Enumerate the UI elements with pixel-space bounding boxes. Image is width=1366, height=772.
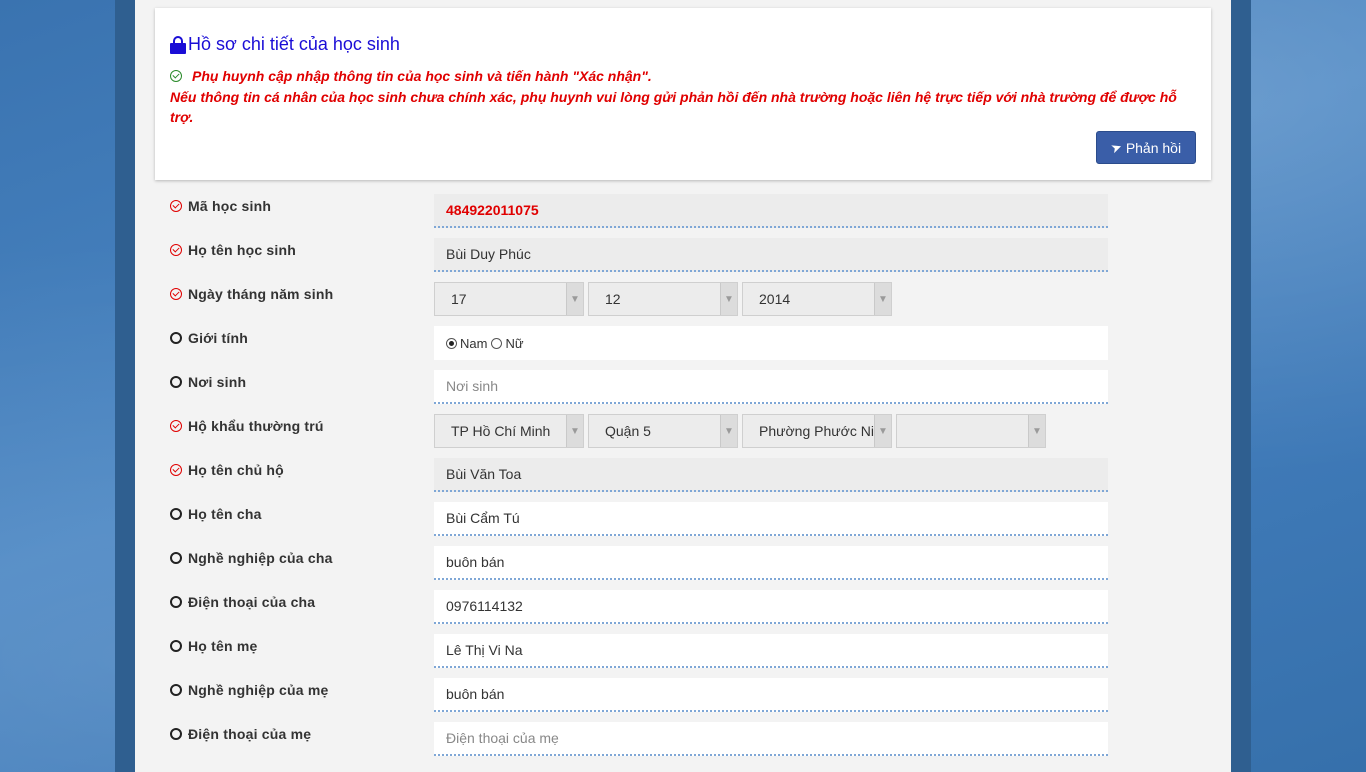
feedback-button-label: Phản hồi bbox=[1125, 139, 1182, 156]
row-father-name: Họ tên cha bbox=[135, 502, 1231, 536]
gender-male-radio[interactable] bbox=[446, 337, 457, 349]
mother-job-field[interactable] bbox=[434, 678, 1108, 712]
required-check-icon bbox=[170, 244, 182, 256]
row-household-head: Họ tên chủ hộ bbox=[135, 458, 1231, 492]
row-residence: Hộ khẩu thường trú TP Hồ Chí Minh ▼ Quận… bbox=[135, 414, 1231, 448]
label-dob: Ngày tháng năm sinh bbox=[170, 286, 333, 302]
label-mother-name: Họ tên mẹ bbox=[170, 638, 257, 654]
optional-circle-icon bbox=[170, 552, 182, 564]
label-residence: Hộ khẩu thường trú bbox=[170, 418, 324, 434]
label-mother-job: Nghề nghiệp của mẹ bbox=[170, 682, 329, 698]
optional-circle-icon bbox=[170, 508, 182, 520]
lock-icon bbox=[170, 35, 186, 54]
chevron-down-icon: ▼ bbox=[1028, 415, 1045, 447]
chevron-down-icon: ▼ bbox=[566, 415, 583, 447]
required-check-icon bbox=[170, 420, 182, 432]
feedback-button[interactable]: ➤ Phản hồi bbox=[1096, 131, 1196, 164]
residence-extra-select[interactable]: ▼ bbox=[896, 414, 1046, 448]
right-border-strip bbox=[1231, 0, 1251, 772]
row-father-job: Nghề nghiệp của cha bbox=[135, 546, 1231, 580]
page-title-text: Hồ sơ chi tiết của học sinh bbox=[188, 34, 400, 54]
student-code-field[interactable] bbox=[434, 194, 1108, 228]
chevron-down-icon: ▼ bbox=[874, 283, 891, 315]
gender-male-label: Nam bbox=[460, 335, 488, 351]
paper-plane-icon: ➤ bbox=[1108, 138, 1124, 156]
gender-radio-group: Nam Nữ bbox=[434, 326, 1108, 360]
label-birthplace: Nơi sinh bbox=[170, 374, 246, 390]
header-card: Hồ sơ chi tiết của học sinh Phụ huynh cậ… bbox=[155, 8, 1211, 180]
chevron-down-icon: ▼ bbox=[874, 415, 891, 447]
label-father-job: Nghề nghiệp của cha bbox=[170, 550, 333, 566]
father-phone-field[interactable] bbox=[434, 590, 1108, 624]
row-mother-phone: Điện thoại của mẹ bbox=[135, 722, 1231, 756]
label-mother-phone: Điện thoại của mẹ bbox=[170, 726, 311, 742]
student-name-field[interactable] bbox=[434, 238, 1108, 272]
label-father-name: Họ tên cha bbox=[170, 506, 262, 522]
dob-month-select[interactable]: 12 ▼ bbox=[588, 282, 738, 316]
row-student-name: Họ tên học sinh bbox=[135, 238, 1231, 272]
gender-female-label: Nữ bbox=[505, 335, 524, 351]
notice-instruction-text: Phụ huynh cập nhập thông tin của học sin… bbox=[192, 68, 652, 84]
row-birthplace: Nơi sinh bbox=[135, 370, 1231, 404]
gender-female-radio[interactable] bbox=[491, 337, 503, 349]
optional-circle-icon bbox=[170, 332, 182, 344]
label-gender: Giới tính bbox=[170, 330, 248, 346]
row-mother-name: Họ tên mẹ bbox=[135, 634, 1231, 668]
row-student-code: Mã học sinh bbox=[135, 194, 1231, 228]
father-name-field[interactable] bbox=[434, 502, 1108, 536]
mother-phone-field[interactable] bbox=[434, 722, 1108, 756]
dob-day-select[interactable]: 17 ▼ bbox=[434, 282, 584, 316]
check-circle-icon bbox=[170, 70, 182, 82]
row-dob: Ngày tháng năm sinh 17 ▼ 12 ▼ 2014 ▼ bbox=[135, 282, 1231, 316]
chevron-down-icon: ▼ bbox=[566, 283, 583, 315]
dob-year-select[interactable]: 2014 ▼ bbox=[742, 282, 892, 316]
optional-circle-icon bbox=[170, 376, 182, 388]
residence-city-select[interactable]: TP Hồ Chí Minh ▼ bbox=[434, 414, 584, 448]
father-job-field[interactable] bbox=[434, 546, 1108, 580]
required-check-icon bbox=[170, 200, 182, 212]
household-head-field[interactable] bbox=[434, 458, 1108, 492]
label-household-head: Họ tên chủ hộ bbox=[170, 462, 284, 478]
left-border-strip bbox=[115, 0, 135, 772]
optional-circle-icon bbox=[170, 640, 182, 652]
residence-district-select[interactable]: Quận 5 ▼ bbox=[588, 414, 738, 448]
label-student-name: Họ tên học sinh bbox=[170, 242, 296, 258]
label-student-code: Mã học sinh bbox=[170, 198, 271, 214]
chevron-down-icon: ▼ bbox=[720, 415, 737, 447]
row-mother-job: Nghề nghiệp của mẹ bbox=[135, 678, 1231, 712]
required-check-icon bbox=[170, 288, 182, 300]
page-title: Hồ sơ chi tiết của học sinh bbox=[170, 34, 400, 55]
row-gender: Giới tính Nam Nữ bbox=[135, 326, 1231, 360]
residence-ward-select[interactable]: Phường Phước Ni ▼ bbox=[742, 414, 892, 448]
optional-circle-icon bbox=[170, 684, 182, 696]
label-father-phone: Điện thoại của cha bbox=[170, 594, 315, 610]
required-check-icon bbox=[170, 464, 182, 476]
optional-circle-icon bbox=[170, 596, 182, 608]
row-father-phone: Điện thoại của cha bbox=[135, 590, 1231, 624]
main-panel: Hồ sơ chi tiết của học sinh Phụ huynh cậ… bbox=[135, 0, 1231, 772]
notice-instruction: Phụ huynh cập nhập thông tin của học sin… bbox=[170, 68, 652, 84]
chevron-down-icon: ▼ bbox=[720, 283, 737, 315]
optional-circle-icon bbox=[170, 728, 182, 740]
notice-feedback: Nếu thông tin cá nhân của học sinh chưa … bbox=[170, 89, 1177, 125]
mother-name-field[interactable] bbox=[434, 634, 1108, 668]
birthplace-field[interactable] bbox=[434, 370, 1108, 404]
